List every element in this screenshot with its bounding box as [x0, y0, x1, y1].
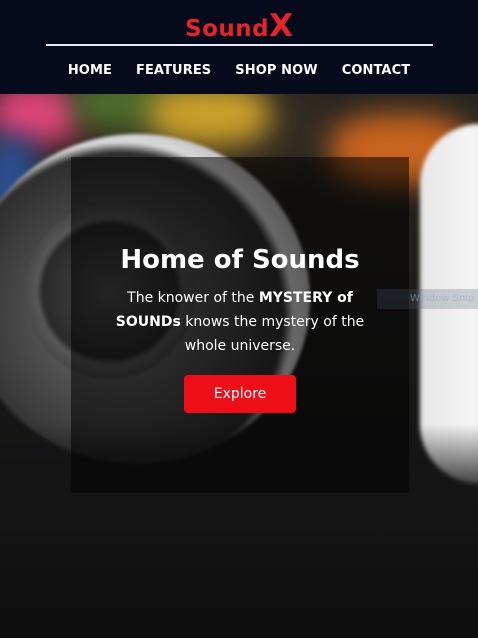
hero-description: The knower of the MYSTERY of SOUNDs know… [101, 286, 379, 358]
window-snip-label: Window Snip [377, 289, 478, 309]
explore-button[interactable]: Explore [184, 375, 296, 413]
page: SoundX HOME FEATURES SHOP NOW CONTACT Ho… [0, 0, 478, 638]
site-header: SoundX HOME FEATURES SHOP NOW CONTACT [0, 0, 478, 94]
logo-x: X [269, 8, 293, 44]
nav-shop-now-link[interactable]: SHOP NOW [235, 60, 317, 84]
nav-home-link[interactable]: HOME [68, 60, 112, 84]
nav-features-link[interactable]: FEATURES [136, 60, 211, 84]
nav-contact-link[interactable]: CONTACT [342, 60, 411, 84]
hero-description-part1: The knower of the [127, 290, 259, 306]
header-divider [46, 44, 433, 46]
main-nav: HOME FEATURES SHOP NOW CONTACT [0, 60, 478, 84]
hero-title: Home of Sounds [120, 245, 360, 275]
hero-section: Home of Sounds The knower of the MYSTERY… [0, 94, 478, 638]
hero-card: Home of Sounds The knower of the MYSTERY… [71, 157, 409, 493]
hero-description-part2: knows the mystery of the whole universe. [180, 314, 365, 354]
logo-word: Sound [185, 16, 270, 42]
